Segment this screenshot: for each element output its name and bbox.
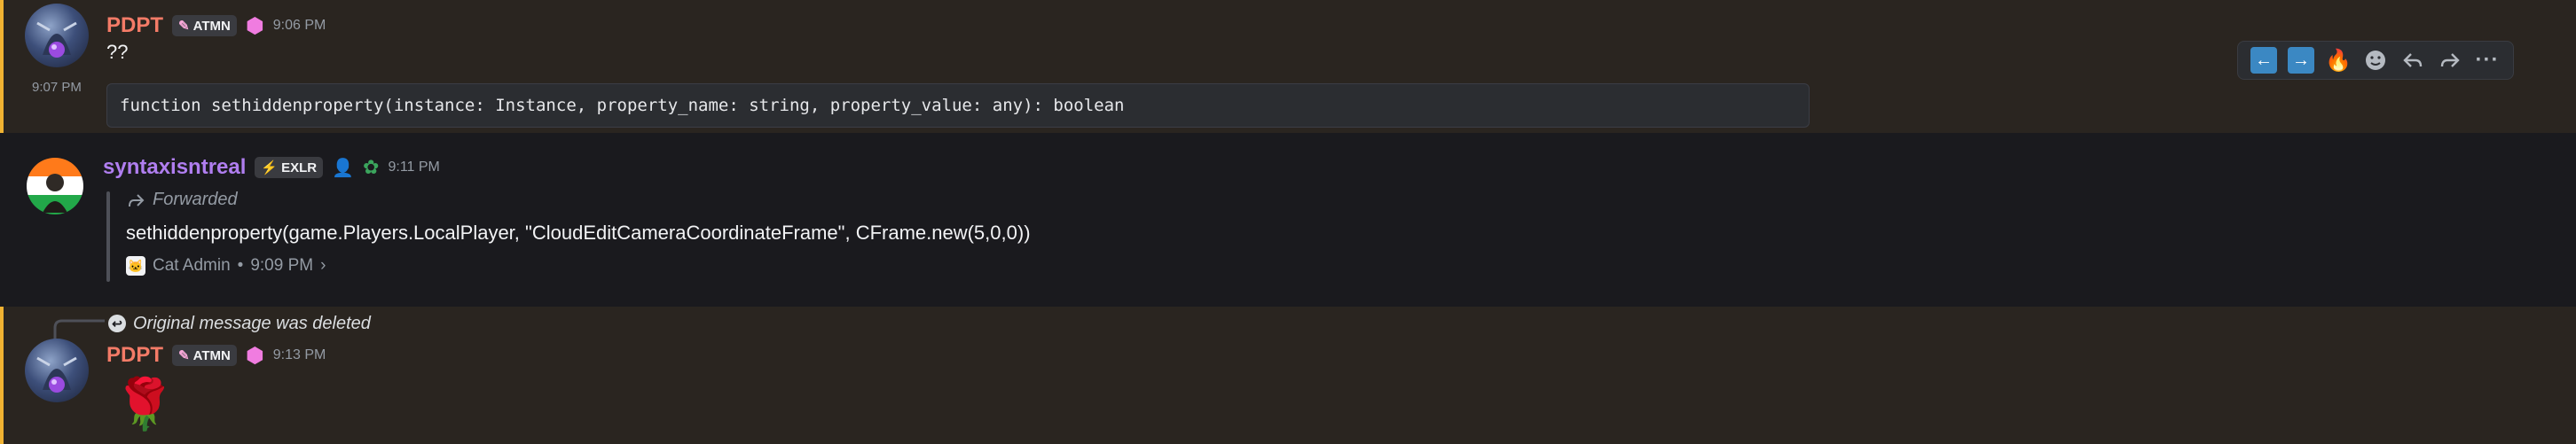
forward-icon	[2440, 53, 2460, 67]
deleted-notice: Original message was deleted	[133, 313, 371, 333]
reply-reference[interactable]: ↩ Original message was deleted	[108, 312, 371, 335]
author-name[interactable]: syntaxisntreal	[103, 155, 246, 180]
left-arrow-icon: ←	[2250, 47, 2277, 74]
feather-icon: ✎	[178, 19, 190, 34]
source-time: 9:09 PM	[250, 256, 314, 275]
code-block: function sethiddenproperty(instance: Ins…	[106, 83, 1810, 128]
message-action-toolbar: ← → 🔥 ···	[2237, 41, 2514, 80]
add-reaction-button[interactable]	[2360, 45, 2391, 75]
source-separator: •	[237, 256, 244, 275]
source-name: Cat Admin	[153, 256, 231, 275]
plant-badge-icon[interactable]: ✿	[363, 156, 379, 179]
forwarded-label: Forwarded	[126, 190, 238, 210]
person-icon[interactable]: 👤	[332, 157, 354, 179]
chevron-right-icon: ›	[320, 256, 326, 275]
avatar-pdpt[interactable]	[25, 339, 89, 402]
dragon-avatar-icon	[36, 21, 77, 58]
more-button[interactable]: ···	[2472, 45, 2502, 75]
avatar-image	[25, 339, 89, 402]
reaction-fire-button[interactable]: 🔥	[2323, 45, 2353, 75]
avatar-pdpt[interactable]	[25, 4, 89, 67]
reply-button[interactable]	[2398, 45, 2428, 75]
source-server-icon: 🐱	[126, 256, 145, 276]
lightning-icon: ⚡	[261, 160, 279, 175]
smile-icon	[2366, 51, 2385, 70]
dragon-avatar-icon	[36, 356, 77, 393]
timestamp[interactable]: 9:13 PM	[273, 347, 326, 363]
message-group-pdpt-1: PDPT ✎ ATMN ⬢ 9:06 PM ?? 9:07 PM functio…	[0, 0, 2576, 133]
avatar-syntaxisntreal[interactable]	[27, 158, 83, 214]
guild-tag-label: ATMN	[192, 347, 231, 363]
forward-button[interactable]	[2435, 45, 2465, 75]
reaction-left-arrow-button[interactable]: ←	[2249, 45, 2279, 75]
message-group-syntaxisntreal: syntaxisntreal ⚡ EXLR 👤 ✿ 9:11 PM	[0, 142, 2576, 292]
reaction-right-arrow-button[interactable]: →	[2286, 45, 2316, 75]
timestamp[interactable]: 9:11 PM	[388, 160, 439, 175]
guild-tag[interactable]: ✎ ATMN	[172, 15, 237, 36]
avatar-image	[25, 4, 89, 67]
rose-emoji: 🌹	[114, 376, 176, 432]
more-icon: ···	[2475, 48, 2500, 72]
feather-icon: ✎	[178, 348, 190, 363]
author-name[interactable]: PDPT	[106, 343, 163, 368]
avatar-image	[27, 158, 83, 214]
guild-tag[interactable]: ✎ ATMN	[172, 345, 237, 366]
right-arrow-icon: →	[2288, 47, 2314, 74]
author-name[interactable]: PDPT	[106, 13, 163, 38]
message-text: ??	[106, 41, 129, 63]
gem-badge-icon[interactable]: ⬢	[246, 343, 264, 369]
forward-quote-bar	[106, 191, 110, 282]
timestamp[interactable]: 9:06 PM	[273, 18, 326, 34]
person-avatar-icon	[43, 174, 67, 213]
forwarded-text: Forwarded	[153, 190, 238, 209]
followup-timestamp[interactable]: 9:07 PM	[32, 80, 82, 95]
forward-source[interactable]: 🐱 Cat Admin • 9:09 PM ›	[126, 253, 326, 278]
message-group-pdpt-2: ↩ Original message was deleted PDPT ✎ AT…	[0, 307, 2576, 444]
reply-icon	[2403, 53, 2423, 67]
gem-badge-icon[interactable]: ⬢	[246, 13, 264, 39]
reply-arrow-icon: ↩	[108, 315, 126, 332]
guild-tag[interactable]: ⚡ EXLR	[255, 157, 324, 178]
forwarded-message-text: sethiddenproperty(game.Players.LocalPlay…	[126, 222, 1031, 244]
guild-tag-label: EXLR	[281, 160, 318, 175]
fire-icon: 🔥	[2325, 48, 2352, 73]
forward-arrow-icon	[129, 193, 145, 206]
guild-tag-label: ATMN	[192, 18, 231, 34]
